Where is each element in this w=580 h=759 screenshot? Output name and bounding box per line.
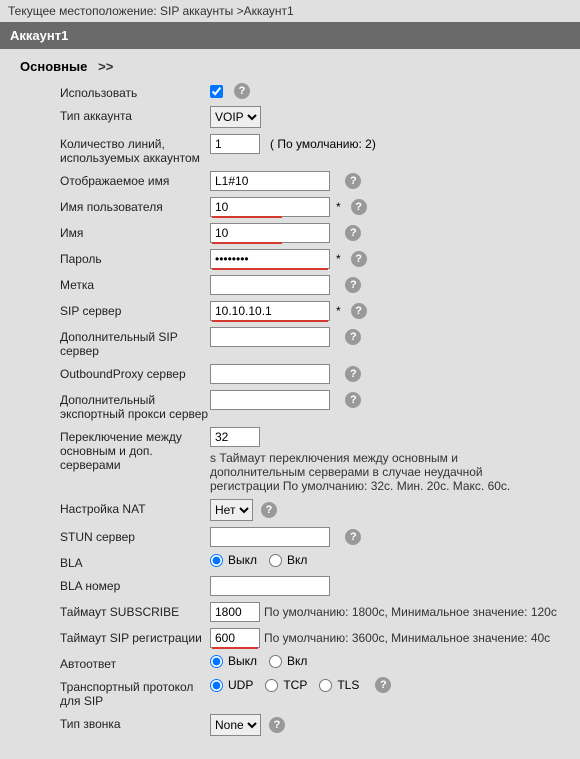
help-icon[interactable]: ?: [351, 251, 367, 267]
bla-off-radio[interactable]: [210, 554, 223, 567]
underline-highlight: [212, 647, 258, 649]
display-name-input[interactable]: [210, 171, 330, 191]
section-arrows: >>: [98, 59, 113, 74]
sip-reg-desc: По умолчанию: 3600с, Минимальное значени…: [264, 631, 550, 645]
help-icon[interactable]: ?: [345, 277, 361, 293]
form-area: Использовать ? Тип аккаунта VOIP Количес…: [0, 80, 580, 759]
underline-highlight: [212, 216, 282, 218]
name-label: Имя: [60, 223, 210, 240]
bla-num-input[interactable]: [210, 576, 330, 596]
lines-label: Количество линий, используемых аккаунтом: [60, 134, 210, 165]
username-label: Имя пользователя: [60, 197, 210, 214]
subscribe-label: Таймаут SUBSCRIBE: [60, 602, 210, 619]
outbound-label: OutboundProxy сервер: [60, 364, 210, 381]
help-icon[interactable]: ?: [345, 225, 361, 241]
page-header: Аккаунт1: [0, 22, 580, 49]
sip-reg-input[interactable]: [210, 628, 260, 648]
help-icon[interactable]: ?: [345, 329, 361, 345]
outbound2-input[interactable]: [210, 390, 330, 410]
help-icon[interactable]: ?: [375, 677, 391, 693]
password-label: Пароль: [60, 249, 210, 266]
stun-input[interactable]: [210, 527, 330, 547]
required-mark: *: [336, 252, 341, 266]
outbound2-label: Дополнительный экспортный прокси сервер: [60, 390, 210, 421]
account-type-select[interactable]: VOIP: [210, 106, 261, 128]
ring-select[interactable]: None: [210, 714, 261, 736]
help-icon[interactable]: ?: [269, 717, 285, 733]
display-name-label: Отображаемое имя: [60, 171, 210, 188]
bla-on-radio[interactable]: [269, 554, 282, 567]
transport-udp-option[interactable]: UDP: [210, 678, 253, 692]
sip-server-input[interactable]: [210, 301, 330, 321]
name-input[interactable]: [210, 223, 330, 243]
help-icon[interactable]: ?: [261, 502, 277, 518]
autoanswer-off-option[interactable]: Выкл: [210, 654, 257, 668]
bla-on-option[interactable]: Вкл: [269, 553, 307, 567]
section-label: Основные: [20, 59, 87, 74]
required-mark: *: [336, 304, 341, 318]
sip-server2-label: Дополнительный SIP сервер: [60, 327, 210, 358]
required-mark: *: [336, 200, 341, 214]
lines-default: ( По умолчанию: 2): [270, 137, 376, 151]
transport-label: Транспортный протокол для SIP: [60, 677, 210, 708]
lines-input[interactable]: [210, 134, 260, 154]
underline-highlight: [212, 268, 328, 270]
help-icon[interactable]: ?: [345, 392, 361, 408]
subscribe-desc: По умолчанию: 1800с, Минимальное значени…: [264, 605, 557, 619]
outbound-input[interactable]: [210, 364, 330, 384]
transport-tls-option[interactable]: TLS: [319, 678, 359, 692]
help-icon[interactable]: ?: [345, 366, 361, 382]
sip-reg-label: Таймаут SIP регистрации: [60, 628, 210, 645]
autoanswer-on-radio[interactable]: [269, 655, 282, 668]
bla-off-option[interactable]: Выкл: [210, 553, 257, 567]
tag-label: Метка: [60, 275, 210, 292]
breadcrumb: Текущее местоположение: SIP аккаунты >Ак…: [0, 0, 580, 22]
nat-label: Настройка NAT: [60, 499, 210, 516]
switch-input[interactable]: [210, 427, 260, 447]
autoanswer-off-radio[interactable]: [210, 655, 223, 668]
account-type-label: Тип аккаунта: [60, 106, 210, 123]
underline-highlight: [212, 320, 328, 322]
transport-tls-radio[interactable]: [319, 679, 332, 692]
stun-label: STUN сервер: [60, 527, 210, 544]
autoanswer-label: Автоответ: [60, 654, 210, 671]
help-icon[interactable]: ?: [351, 199, 367, 215]
tag-input[interactable]: [210, 275, 330, 295]
help-icon[interactable]: ?: [345, 173, 361, 189]
bla-label: BLA: [60, 553, 210, 570]
section-title[interactable]: Основные >>: [0, 49, 580, 80]
ring-label: Тип звонка: [60, 714, 210, 731]
transport-udp-radio[interactable]: [210, 679, 223, 692]
help-icon[interactable]: ?: [351, 303, 367, 319]
underline-highlight: [212, 242, 282, 244]
use-checkbox[interactable]: [210, 85, 223, 98]
help-icon[interactable]: ?: [345, 529, 361, 545]
sip-server2-input[interactable]: [210, 327, 330, 347]
password-input[interactable]: [210, 249, 330, 269]
username-input[interactable]: [210, 197, 330, 217]
switch-label: Переключение между основным и доп. серве…: [60, 427, 210, 472]
bla-num-label: BLA номер: [60, 576, 210, 593]
transport-tcp-radio[interactable]: [265, 679, 278, 692]
transport-tcp-option[interactable]: TCP: [265, 678, 307, 692]
subscribe-input[interactable]: [210, 602, 260, 622]
help-icon[interactable]: ?: [234, 83, 250, 99]
use-label: Использовать: [60, 83, 210, 100]
switch-desc: s Таймаут переключения между основным и …: [210, 451, 530, 493]
autoanswer-on-option[interactable]: Вкл: [269, 654, 307, 668]
sip-server-label: SIP сервер: [60, 301, 210, 318]
nat-select[interactable]: Нет: [210, 499, 253, 521]
